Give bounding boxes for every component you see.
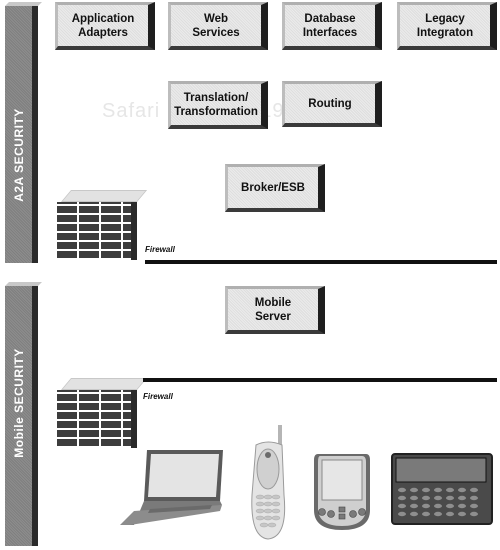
- mobile-server-box: Mobile Server: [225, 286, 325, 334]
- firewall-icon: [57, 190, 148, 260]
- web-services-box: Web Services: [168, 2, 268, 50]
- routing-box: Routing: [282, 81, 382, 127]
- mobile-phone-icon: [251, 425, 286, 540]
- database-interfaces-box: Database Interfaces: [282, 2, 382, 50]
- translation-transformation-box: Translation/ Transformation: [168, 81, 268, 129]
- legacy-integration-box: Legacy Integraton: [397, 2, 497, 50]
- a2a-security-zone: A2A SECURITY: [5, 6, 38, 263]
- firewall-label: Firewall: [145, 245, 175, 254]
- mobile-security-zone: Mobile SECURITY: [5, 286, 38, 546]
- legacy-integration-label: Legacy Integraton: [416, 12, 474, 39]
- pda-icon: [314, 454, 370, 530]
- broker-esb-label: Broker/ESB: [241, 181, 305, 194]
- routing-label: Routing: [308, 97, 352, 110]
- application-adapters-label: Application Adapters: [71, 12, 135, 39]
- database-interfaces-label: Database Interfaces: [302, 12, 358, 39]
- laptop-icon: [120, 450, 223, 525]
- web-services-label: Web Services: [192, 12, 240, 39]
- firewall-boundary-line: [143, 378, 497, 382]
- application-adapters-box: Application Adapters: [55, 2, 155, 50]
- translation-transformation-label: Translation/ Transformation: [174, 91, 258, 118]
- firewall-boundary-line: [145, 260, 497, 264]
- firewall-label: Firewall: [143, 392, 173, 401]
- mobile-security-label: Mobile SECURITY: [11, 348, 26, 458]
- a2a-security-label: A2A SECURITY: [11, 108, 26, 202]
- firewall-icon: [57, 378, 148, 448]
- pager-icon: [391, 453, 493, 525]
- mobile-server-label: Mobile Server: [254, 296, 292, 323]
- broker-esb-box: Broker/ESB: [225, 164, 325, 212]
